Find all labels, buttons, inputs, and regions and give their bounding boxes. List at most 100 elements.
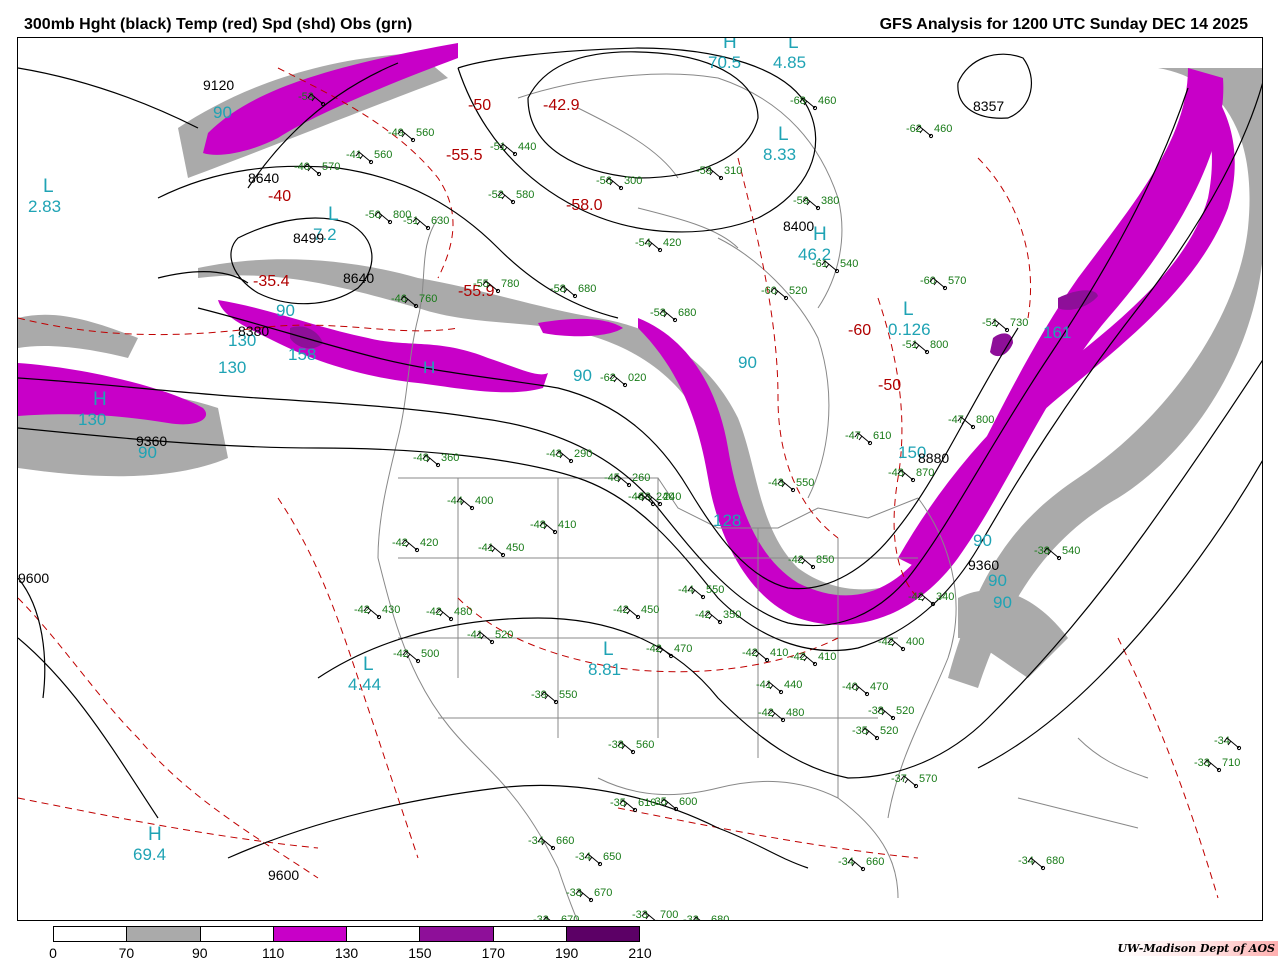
obs-height: 660 [866,856,884,868]
obs-temperature: -42 [646,643,662,655]
obs-height: 550 [706,584,724,596]
obs-temperature: -43 [546,448,562,460]
obs-temperature: -49 [388,127,404,139]
height-label: 8357 [973,98,1004,114]
obs-height: 560 [416,127,434,139]
colorbar-segment [54,927,128,941]
obs-temperature: -43 [768,477,784,489]
obs-height: 480 [454,606,472,618]
obs-height: 550 [559,689,577,701]
obs-height: 520 [880,725,898,737]
obs-temperature: -48 [530,519,546,531]
pressure-center-value: 8.33 [763,145,796,164]
map-title: 300mb Hght (black) Temp (red) Spd (shd) … [24,16,413,33]
pressure-center-value: 69.4 [133,845,166,864]
colorbar-tick-label: 0 [49,945,57,961]
pressure-center-letter: L [43,176,54,197]
colorbar-tick-label: 110 [261,945,285,961]
obs-height: 400 [906,636,924,648]
obs-temperature: -48 [413,452,429,464]
obs-temperature: -58 [550,283,566,295]
obs-height: 480 [786,707,804,719]
obs-temperature: -33 [1194,757,1210,769]
obs-height: 450 [506,542,524,554]
obs-height: 560 [636,739,654,751]
height-label: 8499 [293,230,324,246]
obs-height: 240 [656,491,674,503]
wind-speed-colorbar [53,926,640,942]
obs-height: 410 [558,519,576,531]
obs-temperature: -37 [891,773,907,785]
obs-temperature: -51 [982,317,998,329]
credit-text: UW-Madison Dept of AOS [1114,941,1278,956]
obs-height: 850 [816,554,834,566]
height-label: 9600 [268,867,299,883]
temperature-label: -55.5 [446,147,483,164]
obs-height: 420 [420,537,438,549]
map-canvas: 901309013015890H 9090128909090150161L2.83… [18,38,1262,921]
obs-temperature: -44 [447,495,463,507]
colorbar-tick-label: 70 [118,945,135,961]
obs-temperature: -59 [793,195,809,207]
obs-height: 700 [660,909,678,921]
obs-height: 650 [603,851,621,863]
obs-height: 680 [578,283,596,295]
obs-height: 610 [873,430,891,442]
pressure-center-value: 0.126 [888,320,931,339]
obs-temperature: -35 [852,725,868,737]
station-marker [656,919,658,920]
obs-temperature: -42 [790,651,806,663]
obs-height: 560 [374,149,392,161]
obs-height: 680 [711,914,729,921]
obs-height: 440 [518,141,536,153]
obs-temperature: -42 [742,647,758,659]
speed-label: 90 [993,593,1012,612]
obs-temperature: -54 [635,237,651,249]
colorbar-segment [347,927,421,941]
obs-temperature: -42 [695,609,711,621]
obs-height: 800 [976,414,994,426]
obs-temperature: -62 [600,372,616,384]
obs-temperature: -42 [613,604,629,616]
obs-temperature: -33 [632,909,648,921]
obs-temperature: -42 [354,604,370,616]
colorbar-tick-label: 130 [334,945,359,961]
obs-temperature: -41 [478,542,494,554]
weather-map: 90 130 90 130 158 90 H 90 90 128 90 90 90 150 161 L 2.83… [17,37,1263,921]
obs-temperature: -68 [790,95,806,107]
obs-height: 360 [441,452,459,464]
temperature-label: -35.4 [253,273,290,290]
obs-temperature: -52 [488,189,504,201]
height-label: 8880 [918,450,949,466]
temperature-label: -58.0 [566,197,603,214]
colorbar-segment [273,927,347,941]
obs-temperature: -48 [888,467,904,479]
pressure-center-letter: L [363,654,374,675]
obs-height: 380 [821,195,839,207]
speed-label: 161 [1043,323,1071,342]
obs-height: 580 [516,189,534,201]
obs-temperature: -46 [391,293,407,305]
obs-temperature: -45 [604,472,620,484]
obs-temperature: -34 [838,856,854,868]
obs-temperature: -42 [788,554,804,566]
speed-label: 90 [738,353,757,372]
obs-height: 400 [475,495,493,507]
obs-height: 300 [624,175,642,187]
obs-temperature: -46 [628,491,644,503]
height-label: 9360 [136,433,167,449]
obs-temperature: -60 [920,275,936,287]
obs-temperature: -34 [1214,735,1230,747]
obs-temperature: -59 [696,165,712,177]
obs-temperature: -38 [868,705,884,717]
speed-label: 90 [988,571,1007,590]
obs-temperature: -35 [610,797,626,809]
obs-temperature: -62 [906,123,922,135]
obs-temperature: -33 [566,887,582,899]
obs-temperature: -35 [651,796,667,808]
obs-height: 440 [784,679,802,691]
obs-temperature: -42 [393,648,409,660]
obs-temperature: -42 [426,606,442,618]
pressure-center-letter: L [788,38,799,53]
obs-temperature: -39 [531,689,547,701]
